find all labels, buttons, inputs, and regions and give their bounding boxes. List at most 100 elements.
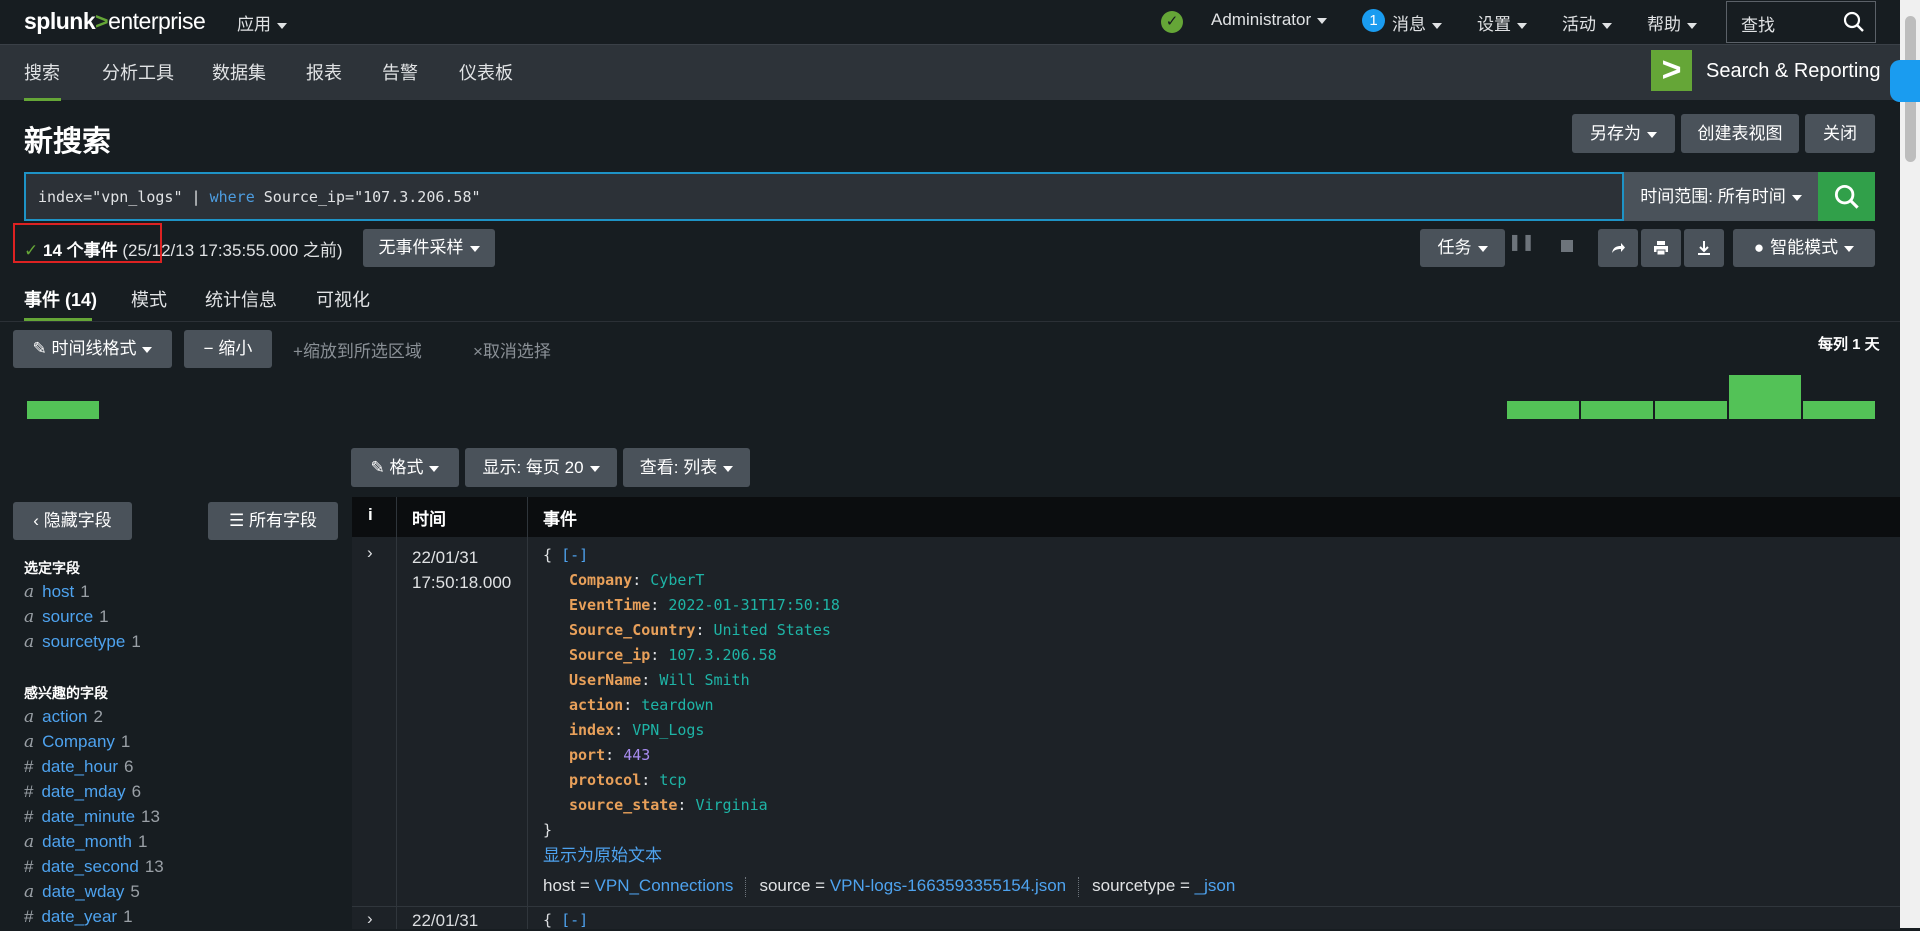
minus-icon: − bbox=[203, 339, 214, 358]
json-key[interactable]: Source_ip bbox=[569, 646, 650, 664]
nav-item-datasets[interactable]: 数据集 bbox=[212, 59, 266, 85]
json-value[interactable]: 443 bbox=[623, 746, 650, 764]
json-value[interactable]: 2022-01-31T17:50:18 bbox=[668, 596, 840, 614]
page-size-dropdown[interactable]: 显示: 每页 20 bbox=[465, 448, 617, 487]
save-as-button[interactable]: 另存为 bbox=[1572, 114, 1675, 153]
nav-item-reports[interactable]: 报表 bbox=[306, 59, 342, 85]
json-key[interactable]: EventTime bbox=[569, 596, 650, 614]
apps-menu[interactable]: 应用 bbox=[237, 10, 287, 35]
json-value[interactable]: United States bbox=[714, 621, 831, 639]
chevron-down-icon bbox=[429, 465, 440, 472]
all-fields-button[interactable]: ☰ 所有字段 bbox=[208, 502, 338, 540]
zoom-to-selection-button[interactable]: +缩放到所选区域 bbox=[293, 337, 422, 362]
meta-value[interactable]: _json bbox=[1195, 876, 1236, 895]
zoom-out-button[interactable]: − 缩小 bbox=[184, 330, 272, 368]
json-value[interactable]: VPN_Logs bbox=[632, 721, 704, 739]
splunk-logo[interactable]: splunk>enterprise bbox=[24, 8, 206, 35]
settings-menu[interactable]: 设置 bbox=[1477, 10, 1527, 35]
nav-item-dashboards[interactable]: 仪表板 bbox=[459, 59, 513, 85]
meta-label: sourcetype = bbox=[1092, 876, 1195, 895]
timeline-bar[interactable] bbox=[1581, 401, 1653, 419]
timeline-format-dropdown[interactable]: ✎ 时间线格式 bbox=[13, 330, 172, 368]
hide-fields-button[interactable]: ‹ 隐藏字段 bbox=[13, 502, 132, 540]
export-button[interactable] bbox=[1684, 229, 1724, 267]
timeline-bar[interactable] bbox=[1507, 401, 1579, 419]
field-item[interactable]: a source 1 bbox=[24, 607, 109, 627]
tab-patterns[interactable]: 模式 bbox=[131, 286, 167, 312]
field-type-icon: # bbox=[24, 807, 34, 826]
user-menu[interactable]: Administrator bbox=[1211, 10, 1328, 30]
json-key[interactable]: index bbox=[569, 721, 614, 739]
json-key[interactable]: Company bbox=[569, 571, 632, 589]
field-item[interactable]: a Company 1 bbox=[24, 732, 130, 752]
field-count: 6 bbox=[131, 782, 142, 801]
nav-item-alerts[interactable]: 告警 bbox=[382, 59, 418, 85]
nav-item-search[interactable]: 搜索 bbox=[24, 59, 60, 85]
meta-value[interactable]: VPN_Connections bbox=[595, 876, 734, 895]
pause-icon[interactable]: ❚❚ bbox=[1508, 232, 1535, 252]
field-item[interactable]: a sourcetype 1 bbox=[24, 632, 141, 652]
json-key[interactable]: protocol bbox=[569, 771, 641, 789]
json-field: Source_ip: 107.3.206.58 bbox=[543, 643, 840, 668]
share-button[interactable] bbox=[1598, 229, 1638, 267]
assistant-icon[interactable] bbox=[1890, 60, 1920, 102]
search-mode-dropdown[interactable]: ● 智能模式 bbox=[1733, 229, 1875, 267]
field-item[interactable]: # date_year 1 bbox=[24, 907, 133, 927]
event-sampling-dropdown[interactable]: 无事件采样 bbox=[363, 229, 495, 267]
json-value[interactable]: Will Smith bbox=[659, 671, 749, 689]
tab-visualization[interactable]: 可视化 bbox=[316, 286, 370, 312]
json-key[interactable]: UserName bbox=[569, 671, 641, 689]
timeline-bar[interactable] bbox=[1655, 401, 1727, 419]
field-item[interactable]: a date_wday 5 bbox=[24, 882, 140, 902]
tab-statistics[interactable]: 统计信息 bbox=[205, 286, 277, 312]
collapse-toggle[interactable]: [-] bbox=[561, 911, 588, 929]
meta-value[interactable]: VPN-logs-1663593355154.json bbox=[830, 876, 1066, 895]
json-value[interactable]: CyberT bbox=[650, 571, 704, 589]
tab-events[interactable]: 事件 (14) bbox=[24, 286, 97, 312]
json-key[interactable]: port bbox=[569, 746, 605, 764]
timeline-bar[interactable] bbox=[1729, 375, 1801, 419]
nav-item-analytics[interactable]: 分析工具 bbox=[102, 59, 174, 85]
show-raw-text-link[interactable]: 显示为原始文本 bbox=[543, 841, 662, 866]
collapse-toggle[interactable]: [-] bbox=[561, 546, 588, 564]
create-table-view-button[interactable]: 创建表视图 bbox=[1681, 114, 1799, 153]
field-item[interactable]: # date_minute 13 bbox=[24, 807, 160, 827]
field-item[interactable]: # date_mday 6 bbox=[24, 782, 141, 802]
json-value[interactable]: Virginia bbox=[695, 796, 767, 814]
json-value[interactable]: 107.3.206.58 bbox=[668, 646, 776, 664]
timeline-bar[interactable] bbox=[1803, 401, 1875, 419]
close-button[interactable]: 关闭 bbox=[1805, 114, 1875, 153]
field-item[interactable]: # date_second 13 bbox=[24, 857, 164, 877]
json-key[interactable]: source_state bbox=[569, 796, 677, 814]
column-time[interactable]: 时间 bbox=[412, 505, 446, 530]
stop-icon[interactable] bbox=[1561, 240, 1573, 252]
messages-badge[interactable]: 1 bbox=[1362, 9, 1385, 32]
find-input[interactable]: 查找 bbox=[1726, 1, 1876, 43]
messages-menu[interactable]: 消息 bbox=[1392, 10, 1442, 35]
json-key[interactable]: action bbox=[569, 696, 623, 714]
help-menu[interactable]: 帮助 bbox=[1647, 10, 1697, 35]
chevron-down-icon bbox=[1791, 194, 1802, 201]
timeline-bar[interactable] bbox=[27, 401, 99, 419]
json-key[interactable]: Source_Country bbox=[569, 621, 695, 639]
field-item[interactable]: a host 1 bbox=[24, 582, 90, 602]
json-value[interactable]: teardown bbox=[641, 696, 713, 714]
field-item[interactable]: # date_hour 6 bbox=[24, 757, 134, 777]
activity-menu[interactable]: 活动 bbox=[1562, 10, 1612, 35]
format-dropdown[interactable]: ✎ 格式 bbox=[351, 448, 459, 487]
view-mode-dropdown[interactable]: 查看: 列表 bbox=[623, 448, 750, 487]
field-item[interactable]: a date_month 1 bbox=[24, 832, 147, 852]
expand-row-icon[interactable]: › bbox=[367, 909, 373, 929]
job-menu-button[interactable]: 任务 bbox=[1420, 229, 1505, 267]
field-item[interactable]: a action 2 bbox=[24, 707, 103, 727]
health-status-icon[interactable]: ✓ bbox=[1161, 11, 1183, 33]
json-value[interactable]: tcp bbox=[659, 771, 686, 789]
divider bbox=[0, 321, 1900, 322]
print-button[interactable] bbox=[1641, 229, 1681, 267]
time-range-picker[interactable]: 时间范围: 所有时间 bbox=[1624, 172, 1818, 221]
search-submit-button[interactable] bbox=[1818, 172, 1875, 221]
search-query-input[interactable]: index="vpn_logs" | where Source_ip="107.… bbox=[24, 172, 1624, 221]
expand-row-icon[interactable]: › bbox=[367, 543, 373, 563]
chevron-down-icon bbox=[469, 245, 480, 252]
deselect-button[interactable]: ×取消选择 bbox=[473, 337, 551, 362]
